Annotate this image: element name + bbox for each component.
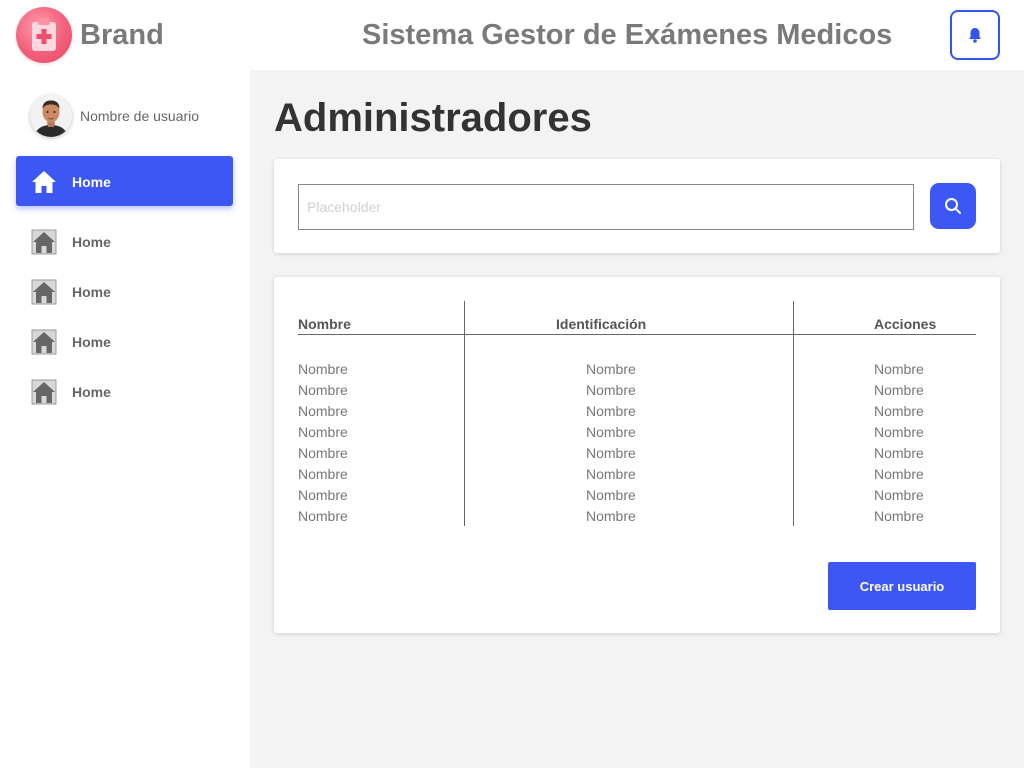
column-header-identificacion[interactable]: Identificación	[556, 316, 646, 332]
sidebar-item-home[interactable]: Home	[16, 366, 233, 416]
cell-acciones[interactable]: Nombre	[874, 403, 924, 419]
cell-nombre: Nombre	[298, 361, 348, 377]
home-icon	[31, 279, 57, 305]
header-divider	[298, 334, 976, 335]
avatar[interactable]	[30, 95, 72, 137]
page-title: Administradores	[274, 96, 592, 140]
sidebar-item-home[interactable]: Home	[16, 216, 233, 266]
sidebar-item-label: Home	[72, 384, 111, 400]
cell-acciones[interactable]: Nombre	[874, 361, 924, 377]
cell-identificacion: Nombre	[586, 382, 636, 398]
column-divider	[793, 301, 794, 526]
cell-acciones[interactable]: Nombre	[874, 508, 924, 524]
home-icon	[31, 329, 57, 355]
cell-identificacion: Nombre	[586, 424, 636, 440]
column-header-acciones[interactable]: Acciones	[874, 316, 936, 332]
column-header-nombre[interactable]: Nombre	[298, 316, 351, 332]
brand-name[interactable]: Brand	[80, 18, 164, 52]
sidebar-item-home[interactable]: Home	[16, 266, 233, 316]
cell-acciones[interactable]: Nombre	[874, 466, 924, 482]
cell-identificacion: Nombre	[586, 487, 636, 503]
sidebar-item-home[interactable]: Home	[16, 316, 233, 366]
cell-nombre: Nombre	[298, 466, 348, 482]
column-divider	[464, 301, 465, 526]
search-input[interactable]	[298, 184, 914, 230]
cell-acciones[interactable]: Nombre	[874, 424, 924, 440]
home-icon	[31, 379, 57, 405]
cell-nombre: Nombre	[298, 445, 348, 461]
sidebar-item-label: Home	[72, 284, 111, 300]
notifications-button[interactable]	[950, 10, 1000, 60]
app-title: Sistema Gestor de Exámenes Medicos	[362, 19, 893, 51]
medical-clipboard-icon[interactable]	[16, 7, 72, 63]
username: Nombre de usuario	[80, 108, 200, 124]
cell-nombre: Nombre	[298, 508, 348, 524]
home-icon	[31, 169, 57, 195]
cell-nombre: Nombre	[298, 382, 348, 398]
cell-identificacion: Nombre	[586, 361, 636, 377]
sidebar-item-label: Home	[72, 334, 111, 350]
home-icon	[31, 229, 57, 255]
search-button[interactable]	[930, 183, 976, 229]
sidebar-item-home-active[interactable]: Home	[16, 156, 233, 206]
cell-nombre: Nombre	[298, 403, 348, 419]
cell-identificacion: Nombre	[586, 403, 636, 419]
cell-identificacion: Nombre	[586, 466, 636, 482]
search-card	[274, 159, 1000, 253]
sidebar: Nombre de usuario Home Home Home Home Ho…	[0, 70, 250, 768]
cell-identificacion: Nombre	[586, 508, 636, 524]
cell-identificacion: Nombre	[586, 445, 636, 461]
cell-acciones[interactable]: Nombre	[874, 382, 924, 398]
top-header: Brand Sistema Gestor de Exámenes Medicos	[0, 0, 1024, 70]
create-user-button[interactable]: Crear usuario	[828, 562, 976, 610]
users-table: Nombre Identificación Acciones Nombre No…	[274, 277, 1000, 633]
cell-acciones[interactable]: Nombre	[874, 445, 924, 461]
cell-nombre: Nombre	[298, 424, 348, 440]
cell-acciones[interactable]: Nombre	[874, 487, 924, 503]
sidebar-item-label: Home	[72, 234, 111, 250]
sidebar-item-label: Home	[72, 174, 111, 190]
cell-nombre: Nombre	[298, 487, 348, 503]
main-content: Administradores Nombre Identificación Ac…	[250, 70, 1024, 768]
